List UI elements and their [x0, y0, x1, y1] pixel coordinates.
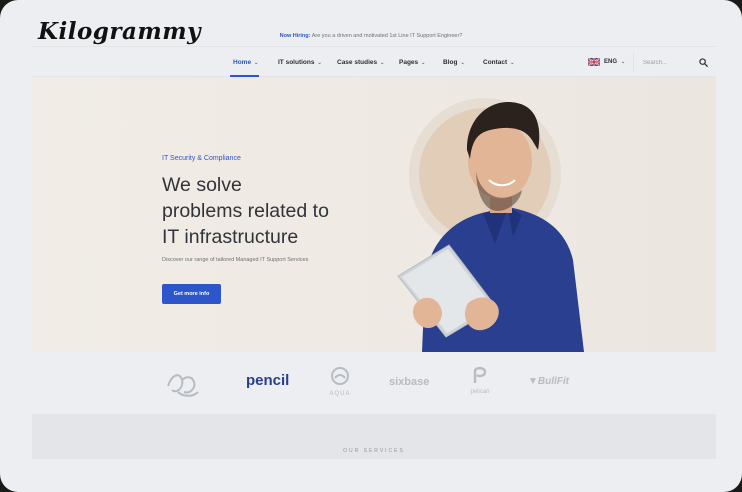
brand-pelican-label: pelican [470, 389, 490, 395]
nav-item-label: Home [233, 59, 252, 66]
brand-pencil: pencil [246, 372, 290, 389]
chevron-down-icon: ⌄ [510, 60, 515, 66]
nav-item-label: Case studies [337, 59, 378, 66]
client-logos: pencil AQUA sixbase pelican ▼BullFit [32, 352, 716, 414]
chevron-down-icon: ⌄ [380, 60, 385, 66]
services-heading: OUR SERVICES [343, 448, 405, 454]
nav-item-it-solutions[interactable]: IT solutions ⌄ [278, 59, 322, 66]
nav-item-contact[interactable]: Contact ⌄ [483, 59, 514, 66]
brand-bullfit: ▼BullFit [528, 376, 569, 387]
watermark-logo: Kilogrammy [38, 18, 201, 45]
pelican-logo-icon [473, 366, 487, 383]
hero-headline: We solve problems related to IT infrastr… [162, 172, 382, 250]
brand-aqua-label: AQUA [329, 391, 351, 397]
nav-item-case-studies[interactable]: Case studies ⌄ [337, 59, 384, 66]
hiring-label: Now Hiring: [279, 33, 311, 39]
nav-divider [633, 51, 634, 73]
chevron-down-icon: ⌄ [317, 60, 322, 66]
nav-item-home[interactable]: Home ⌄ [233, 59, 258, 66]
chevron-down-icon: ⌄ [254, 60, 259, 66]
headline-line: problems related to [162, 200, 329, 222]
website: Home ⌄ IT solutions ⌄ Case studies ⌄ Pages ⌄… [32, 46, 716, 466]
get-more-info-button[interactable]: Get more info [162, 284, 221, 304]
script-logo-icon [167, 374, 199, 397]
nav-item-label: Pages [399, 59, 419, 66]
uk-flag-icon [588, 58, 600, 66]
headline-line: We solve [162, 174, 242, 196]
hero-subtext: Discover our range of tailored Managed I… [162, 257, 309, 263]
browser-frame: Kilogrammy Now Hiring: Are you a driven … [0, 0, 742, 492]
brand-aqua: AQUA [327, 366, 353, 397]
nav-item-label: Contact [483, 59, 508, 66]
hero-eyebrow: IT Security & Compliance [162, 155, 241, 162]
aqua-logo-icon [331, 367, 349, 385]
chevron-down-icon: ⌄ [621, 59, 626, 65]
brand-bullfit-label: BullFit [537, 376, 570, 387]
language-label: ENG [604, 59, 618, 65]
services-section: OUR SERVICES [32, 414, 716, 459]
brand-sixbase: sixbase [389, 376, 430, 388]
language-selector[interactable]: ENG ⌄ [588, 58, 625, 66]
announcement-bar: Now Hiring: Are you a driven and motivat… [0, 33, 742, 39]
hiring-link[interactable]: Are you a driven and motivated 1st Line … [312, 33, 463, 39]
chevron-down-icon: ⌄ [421, 60, 426, 66]
search-input[interactable] [643, 57, 693, 69]
hero-section: IT Security & Compliance We solve proble… [32, 77, 716, 352]
headline-line: IT infrastructure [162, 226, 299, 248]
chevron-down-icon: ⌄ [460, 60, 465, 66]
brand-pelican: pelican [466, 366, 494, 395]
nav-item-blog[interactable]: Blog ⌄ [443, 59, 465, 66]
hero-person-image [397, 98, 584, 352]
nav-item-pages[interactable]: Pages ⌄ [399, 59, 425, 66]
nav-item-label: IT solutions [278, 59, 315, 66]
bull-icon: ▼ [528, 376, 538, 387]
search-icon[interactable] [699, 58, 708, 67]
main-nav: Home ⌄ IT solutions ⌄ Case studies ⌄ Pages ⌄… [32, 46, 716, 77]
nav-item-label: Blog [443, 59, 458, 66]
